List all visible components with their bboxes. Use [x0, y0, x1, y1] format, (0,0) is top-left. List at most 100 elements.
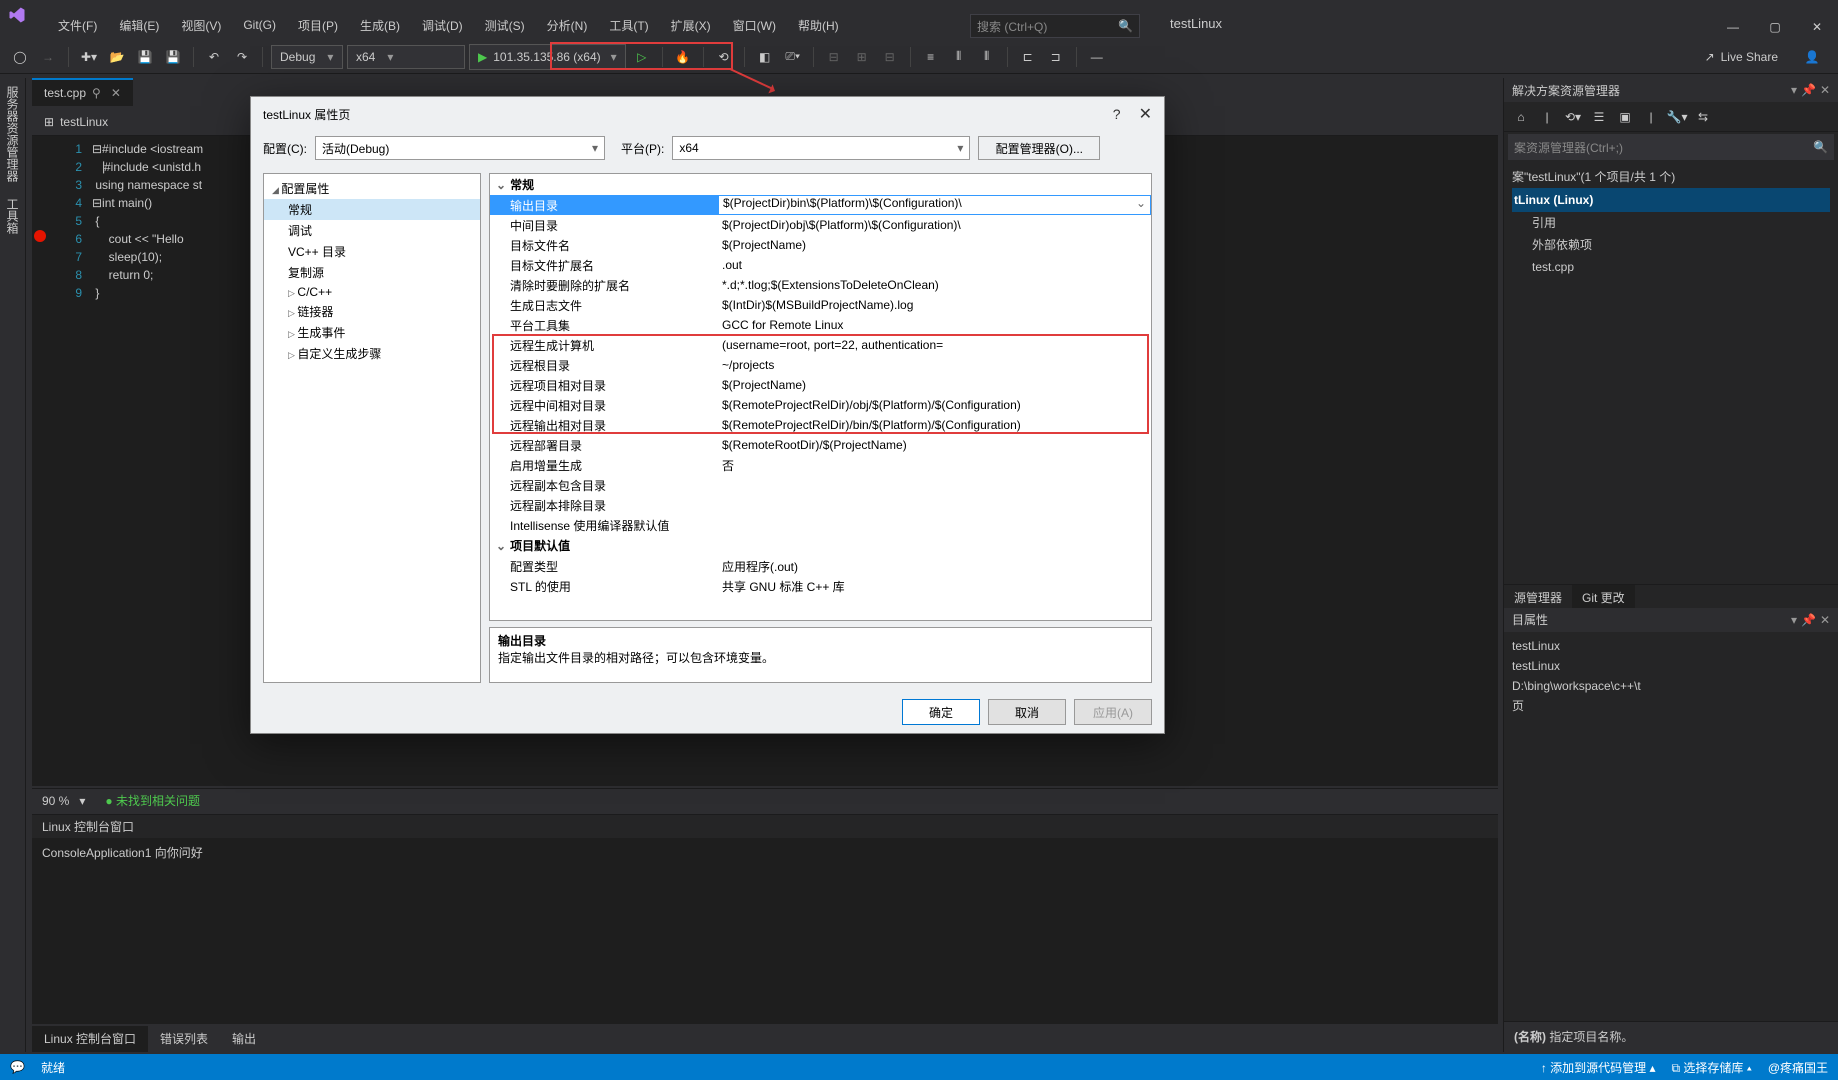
- property-row[interactable]: 清除时要删除的扩展名*.d;*.tlog;$(ExtensionsToDelet…: [490, 275, 1151, 295]
- browser-link-icon[interactable]: ⟲: [712, 45, 736, 69]
- zoom-dropdown-icon[interactable]: ▾: [79, 794, 85, 808]
- search-input[interactable]: 搜索 (Ctrl+Q) 🔍: [970, 14, 1140, 38]
- menu-item[interactable]: 编辑(E): [109, 13, 169, 38]
- redo-icon[interactable]: ↷: [230, 45, 254, 69]
- minimize-button[interactable]: ―: [1712, 14, 1754, 40]
- property-row[interactable]: 远程根目录~/projects: [490, 355, 1151, 375]
- open-icon[interactable]: 📂: [105, 45, 129, 69]
- pin-icon[interactable]: 📌: [1801, 613, 1816, 627]
- property-row[interactable]: 远程副本排除目录: [490, 495, 1151, 515]
- tree-item-debug[interactable]: 调试: [264, 220, 480, 241]
- start-nodbg-icon[interactable]: ▷: [630, 45, 654, 69]
- live-share-button[interactable]: ↗ Live Share: [1705, 50, 1778, 64]
- tab-solution-explorer[interactable]: 源管理器: [1504, 585, 1572, 608]
- files-icon[interactable]: ▣: [1614, 110, 1636, 124]
- panel-dropdown-icon[interactable]: ▾: [1791, 613, 1797, 627]
- menu-item[interactable]: 分析(N): [537, 13, 598, 38]
- icon-b[interactable]: ⎚▾: [781, 45, 805, 69]
- tree-item-cxx[interactable]: C/C++: [264, 283, 480, 301]
- save-icon[interactable]: 💾: [133, 45, 157, 69]
- apply-button[interactable]: 应用(A): [1074, 699, 1152, 725]
- project-node[interactable]: tLinux (Linux): [1512, 188, 1830, 212]
- property-row[interactable]: 平台工具集GCC for Remote Linux: [490, 315, 1151, 335]
- menu-item[interactable]: 文件(F): [48, 13, 107, 38]
- menu-item[interactable]: 窗口(W): [723, 13, 786, 38]
- property-row[interactable]: 输出目录$(ProjectDir)bin\$(Platform)\$(Confi…: [490, 195, 1151, 215]
- property-row[interactable]: 远程项目相对目录$(ProjectName): [490, 375, 1151, 395]
- category-tree[interactable]: 配置属性 常规 调试 VC++ 目录 复制源 C/C++ 链接器 生成事件 自定…: [263, 173, 481, 683]
- solution-tree[interactable]: 案"testLinux"(1 个项目/共 1 个) tLinux (Linux)…: [1504, 162, 1838, 282]
- status-source-control[interactable]: ↑ 添加到源代码管理 ▴: [1541, 1059, 1656, 1076]
- property-row[interactable]: 远程部署目录$(RemoteRootDir)/$(ProjectName): [490, 435, 1151, 455]
- menu-item[interactable]: 生成(B): [350, 13, 410, 38]
- panel-close-icon[interactable]: ✕: [1820, 83, 1830, 97]
- tree-item-vcdirs[interactable]: VC++ 目录: [264, 241, 480, 262]
- property-row[interactable]: 中间目录$(ProjectDir)obj\$(Platform)\$(Confi…: [490, 215, 1151, 235]
- menu-item[interactable]: 项目(P): [288, 13, 348, 38]
- zoom-level[interactable]: 90 %: [42, 794, 69, 808]
- menu-item[interactable]: 帮助(H): [788, 13, 849, 38]
- bottom-tab-console[interactable]: Linux 控制台窗口: [32, 1026, 148, 1052]
- pin-icon[interactable]: ⚲: [92, 86, 101, 100]
- ok-button[interactable]: 确定: [902, 699, 980, 725]
- tree-item-custom-build[interactable]: 自定义生成步骤: [264, 343, 480, 364]
- platform-combo[interactable]: x64: [347, 45, 465, 69]
- property-row[interactable]: 配置类型应用程序(.out): [490, 556, 1151, 576]
- editor-tab[interactable]: test.cpp ⚲ ✕: [32, 78, 133, 106]
- save-all-icon[interactable]: 💾: [161, 45, 185, 69]
- home-icon[interactable]: ⌂: [1510, 110, 1532, 124]
- run-button[interactable]: ▶ 101.35.135.86 (x64): [469, 44, 626, 70]
- menu-item[interactable]: 工具(T): [599, 13, 658, 38]
- console-output[interactable]: ConsoleApplication1 向你问好: [32, 838, 1498, 1024]
- menu-item[interactable]: 视图(V): [171, 13, 231, 38]
- config-combo[interactable]: Debug: [271, 45, 343, 69]
- property-row[interactable]: Intellisense 使用编译器默认值: [490, 515, 1151, 535]
- overflow-icon[interactable]: —: [1085, 45, 1109, 69]
- tab-git-changes[interactable]: Git 更改: [1572, 585, 1635, 608]
- explorer-search[interactable]: 案资源管理器(Ctrl+;)🔍: [1508, 134, 1834, 160]
- icon-g[interactable]: ⫴: [947, 45, 971, 69]
- bottom-tab-errors[interactable]: 错误列表: [148, 1026, 220, 1052]
- tree-item-general[interactable]: 常规: [264, 199, 480, 220]
- platform-select[interactable]: x64: [672, 136, 970, 160]
- nav-back-icon[interactable]: ◯: [8, 45, 32, 69]
- tree-item-copy[interactable]: 复制源: [264, 262, 480, 283]
- undo-icon[interactable]: ↶: [202, 45, 226, 69]
- bottom-tab-output[interactable]: 输出: [220, 1026, 268, 1052]
- icon-h[interactable]: ⫴: [975, 45, 999, 69]
- pin-icon[interactable]: 📌: [1801, 83, 1816, 97]
- config-select[interactable]: 活动(Debug): [315, 136, 605, 160]
- solution-node[interactable]: 案"testLinux"(1 个项目/共 1 个): [1512, 166, 1830, 188]
- property-row[interactable]: 远程副本包含目录: [490, 475, 1151, 495]
- help-button[interactable]: ?: [1113, 106, 1121, 122]
- tree-item-references[interactable]: 引用: [1512, 212, 1830, 234]
- tab-close-icon[interactable]: ✕: [111, 86, 121, 100]
- panel-dropdown-icon[interactable]: ▾: [1791, 83, 1797, 97]
- collapse-icon[interactable]: ⇆: [1692, 110, 1714, 124]
- icon-j[interactable]: ⊐: [1044, 45, 1068, 69]
- dialog-close-button[interactable]: ✕: [1139, 104, 1152, 124]
- icon-a[interactable]: ◧: [753, 45, 777, 69]
- cancel-button[interactable]: 取消: [988, 699, 1066, 725]
- refresh-view-icon[interactable]: ⟲▾: [1562, 110, 1584, 124]
- menu-item[interactable]: Git(G): [233, 14, 286, 36]
- server-explorer-tab[interactable]: 服务器资源管理器: [0, 78, 25, 190]
- new-item-icon[interactable]: ✚▾: [77, 45, 101, 69]
- tree-item-linker[interactable]: 链接器: [264, 301, 480, 322]
- breakpoint-icon[interactable]: [34, 230, 46, 242]
- property-row[interactable]: 启用增量生成否: [490, 455, 1151, 475]
- tree-item-file[interactable]: test.cpp: [1512, 256, 1830, 278]
- tree-root[interactable]: 配置属性: [264, 178, 480, 199]
- sync-icon[interactable]: ☰: [1588, 110, 1610, 124]
- properties-grid[interactable]: testLinux testLinux D:\bing\workspace\c+…: [1504, 632, 1838, 720]
- property-row[interactable]: 生成日志文件$(IntDir)$(MSBuildProjectName).log: [490, 295, 1151, 315]
- property-row[interactable]: 远程中间相对目录$(RemoteProjectRelDir)/obj/$(Pla…: [490, 395, 1151, 415]
- property-grid[interactable]: 常规输出目录$(ProjectDir)bin\$(Platform)\$(Con…: [489, 173, 1152, 621]
- status-repo[interactable]: ⧉ 选择存储库 ▴: [1672, 1059, 1752, 1076]
- property-row[interactable]: 目标文件名$(ProjectName): [490, 235, 1151, 255]
- feedback-icon[interactable]: 💬: [10, 1060, 25, 1074]
- icon-f[interactable]: ≡: [919, 45, 943, 69]
- close-button[interactable]: ✕: [1796, 14, 1838, 40]
- hot-reload-icon[interactable]: 🔥: [671, 45, 695, 69]
- account-icon[interactable]: 👤: [1800, 45, 1824, 69]
